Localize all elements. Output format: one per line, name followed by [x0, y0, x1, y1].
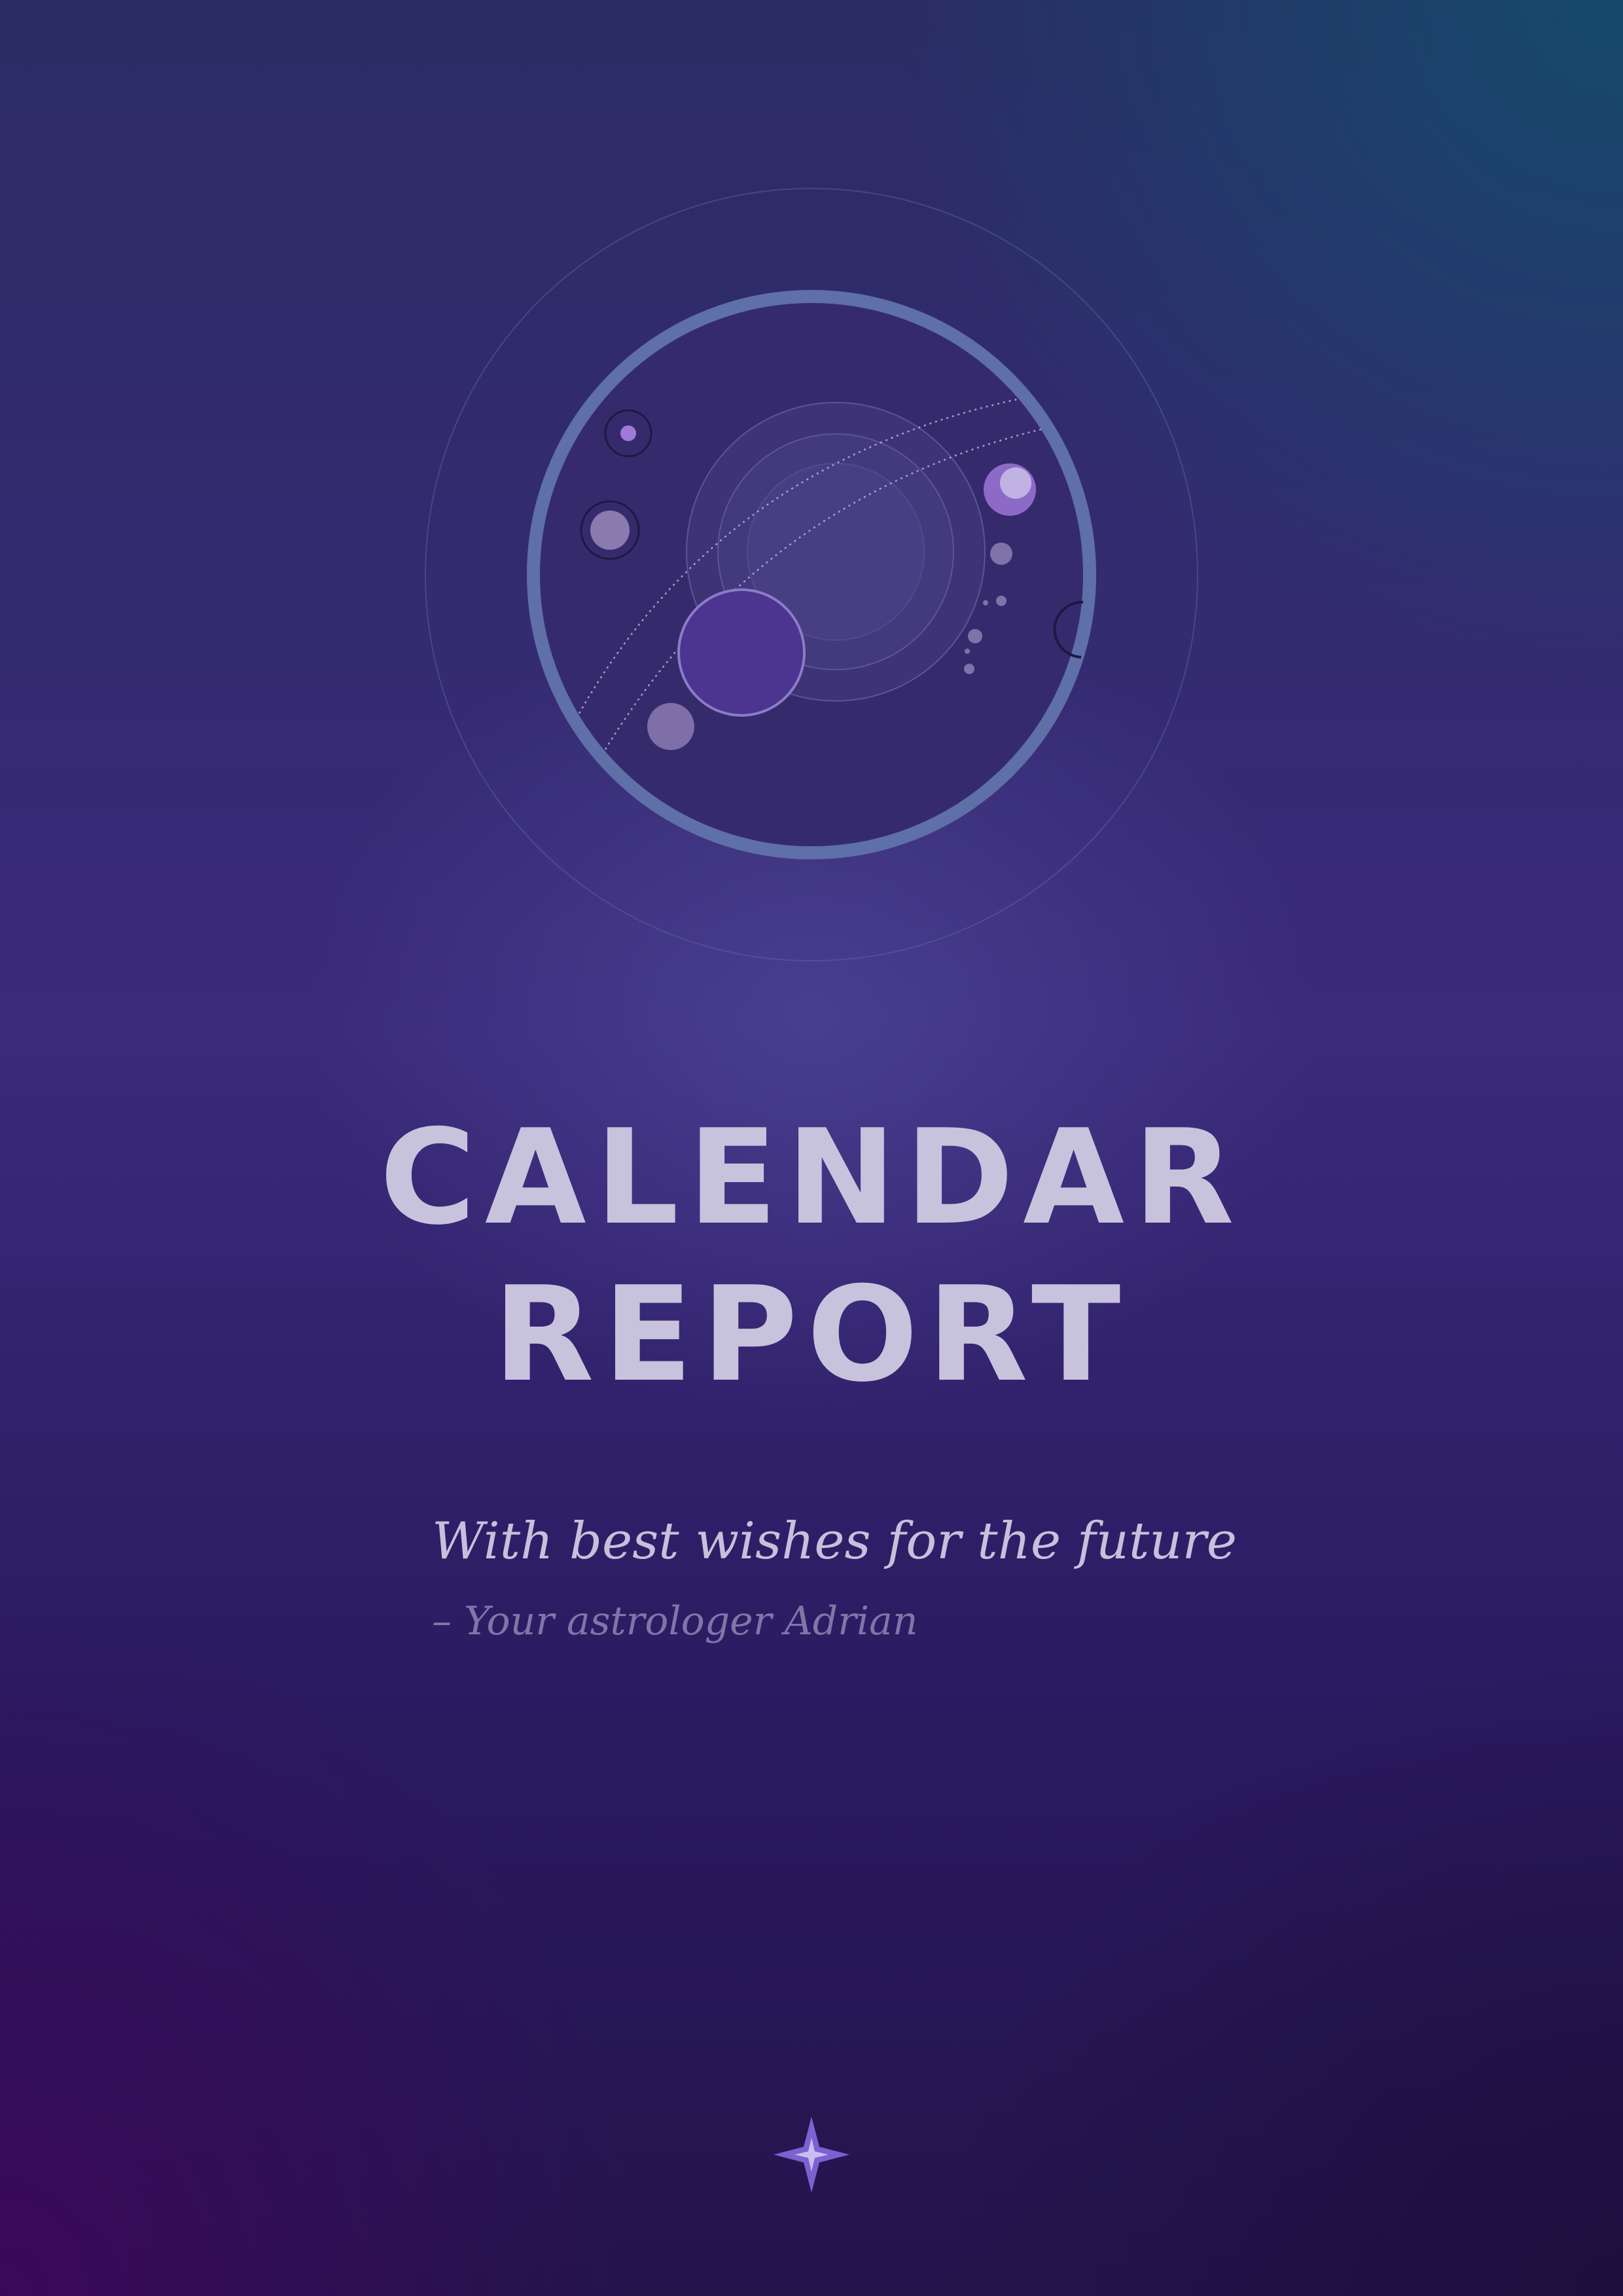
planetary-system-emblem-icon — [425, 188, 1198, 961]
planet-bottom-left — [647, 703, 694, 750]
title-line-report: REPORT — [493, 1259, 1130, 1411]
moon-right-5 — [965, 649, 970, 654]
moon-right-1 — [990, 543, 1012, 565]
four-point-star-icon — [774, 2117, 849, 2193]
signature-text: – Your astrologer Adrian — [432, 1598, 918, 1644]
title-line-calendar: CALENDAR — [380, 1102, 1243, 1254]
planet-left — [590, 511, 630, 550]
cover-title: CALENDAR REPORT — [0, 1100, 1623, 1414]
small-planet-dot-top — [620, 425, 636, 441]
moon-right-4 — [968, 629, 982, 643]
large-planet — [677, 588, 806, 717]
moon-right-2 — [996, 596, 1007, 606]
wishes-text: With best wishes for the future — [432, 1512, 1237, 1571]
violet-planet-highlight — [1000, 467, 1031, 499]
moon-right-6 — [964, 664, 974, 674]
moon-right-3 — [983, 600, 988, 605]
